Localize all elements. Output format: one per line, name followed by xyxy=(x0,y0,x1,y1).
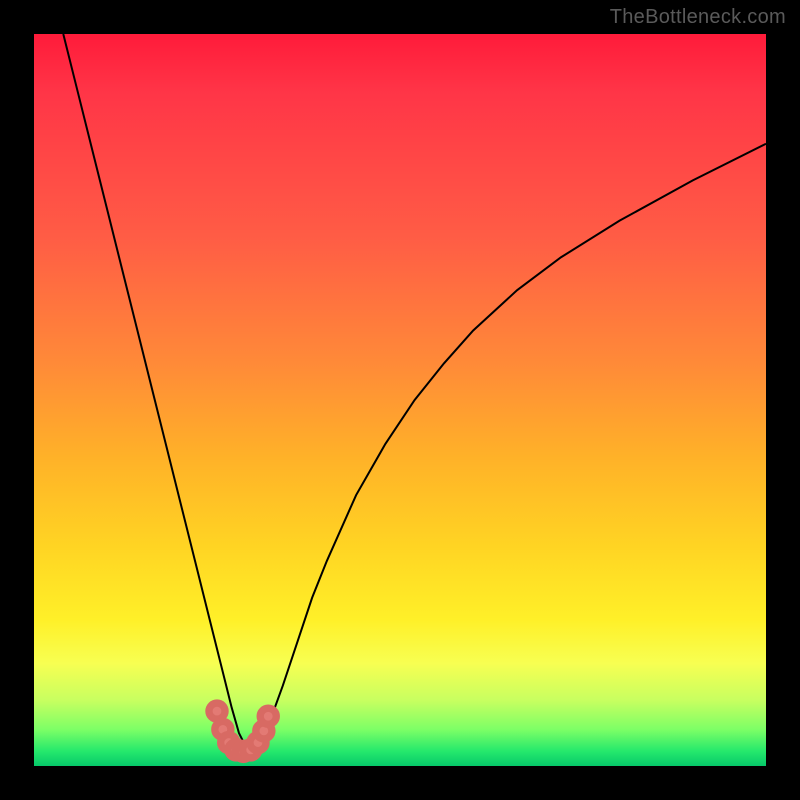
chart-frame: TheBottleneck.com xyxy=(0,0,800,800)
cluster-point xyxy=(260,708,276,724)
plot-area xyxy=(34,34,766,766)
bottleneck-curve xyxy=(63,34,766,750)
watermark-label: TheBottleneck.com xyxy=(610,6,786,29)
bottom-cluster xyxy=(209,703,276,759)
chart-svg xyxy=(34,34,766,766)
cluster-point xyxy=(209,703,225,719)
